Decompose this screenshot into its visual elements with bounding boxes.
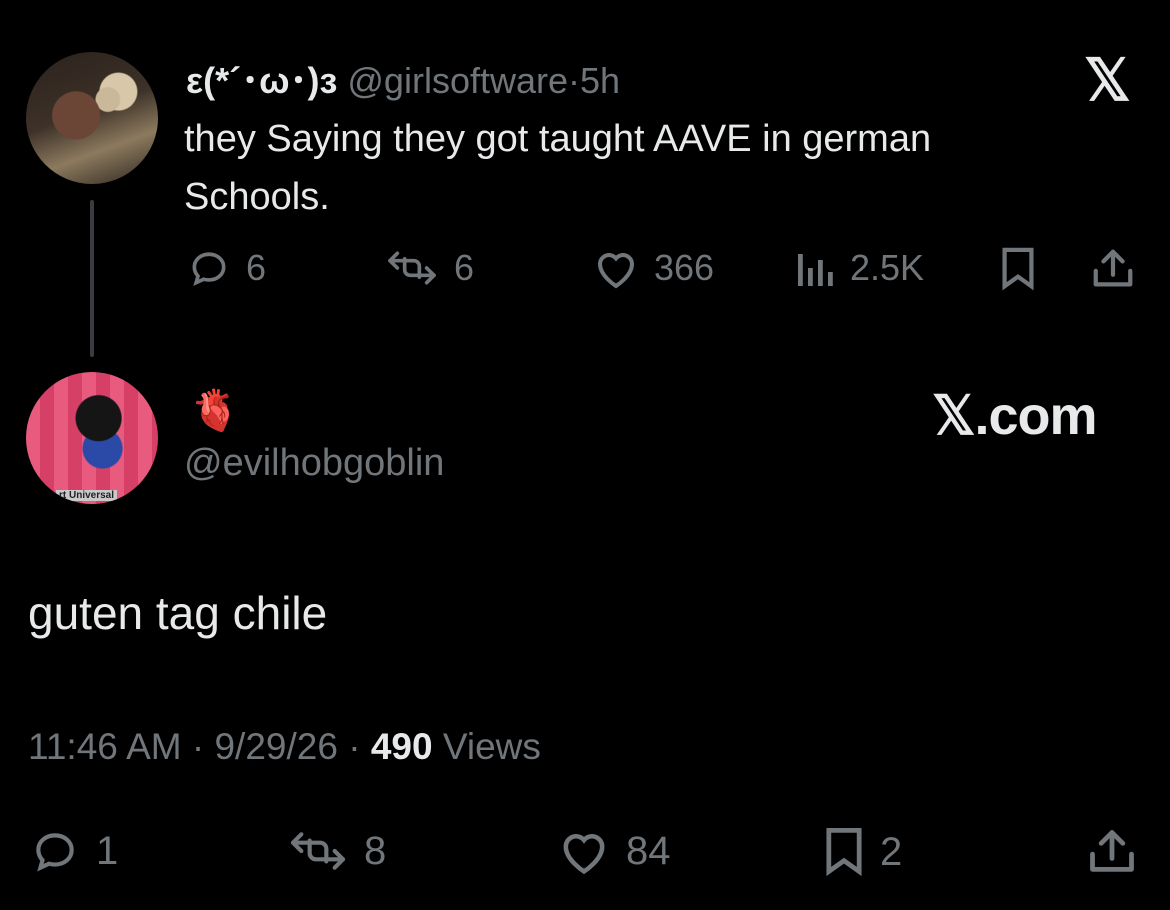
reply-text: guten tag chile (28, 587, 328, 639)
separator: · (568, 60, 580, 101)
tweet-text: they Saying they got taught AAVE in germ… (184, 118, 932, 218)
reply-button[interactable]: 1 (28, 826, 118, 876)
bookmark-button[interactable]: 2 (822, 826, 902, 878)
timestamp[interactable]: 5h (580, 60, 620, 101)
share-icon (1093, 249, 1133, 287)
repost-icon (388, 251, 436, 285)
avatar-girlsoftware[interactable] (26, 52, 158, 184)
thread-line (90, 200, 94, 357)
avatar-evilhobgoblin[interactable]: rt Universal (26, 372, 158, 504)
reply-button[interactable]: 6 (186, 246, 266, 290)
handle[interactable]: @girlsoftware (347, 60, 568, 101)
x-logo: 𝕏 (1084, 48, 1131, 113)
reply-count: 1 (96, 828, 119, 873)
views-button[interactable]: 2.5K (796, 246, 924, 290)
bookmark-icon (1002, 247, 1034, 291)
meta-separator: · (191, 726, 205, 767)
views-label: Views (442, 726, 541, 767)
tweet-metadata: 11:46 AM · 9/29/26 · 490 Views (28, 726, 541, 768)
views-icon (798, 254, 833, 286)
like-count: 84 (626, 828, 671, 873)
like-button[interactable]: 366 (592, 246, 714, 290)
views-count: 2.5K (850, 247, 925, 288)
reply-handle[interactable]: @evilhobgoblin (184, 442, 444, 485)
share-icon (1090, 830, 1134, 872)
like-icon (563, 834, 605, 875)
repost-button[interactable]: 6 (384, 246, 474, 290)
avatar-caption: rt Universal (56, 490, 118, 501)
bookmark-button[interactable] (998, 246, 1038, 292)
display-name[interactable]: ε(*´･ω･)з (186, 60, 337, 101)
post-date[interactable]: 9/29/26 (214, 726, 337, 767)
x-com-logo: 𝕏.com (932, 386, 1098, 446)
views-total: 490 (370, 726, 433, 767)
anatomical-heart-emoji: 🫀 (190, 389, 240, 433)
reply-count: 6 (246, 247, 267, 288)
repost-count: 8 (364, 828, 387, 873)
bookmark-icon (826, 827, 862, 877)
tweet-header: ε(*´･ω･)з @girlsoftware·5h (186, 52, 620, 104)
share-button[interactable] (1090, 246, 1136, 292)
repost-button[interactable]: 8 (286, 826, 386, 876)
post-time[interactable]: 11:46 AM (28, 726, 182, 767)
like-count: 366 (654, 247, 715, 288)
like-button[interactable]: 84 (556, 826, 671, 876)
meta-separator: · (348, 726, 361, 767)
repost-count: 6 (454, 247, 475, 288)
repost-icon (290, 832, 346, 870)
bookmark-count: 2 (880, 829, 903, 874)
like-icon (597, 253, 635, 289)
reply-icon (192, 252, 226, 286)
share-button[interactable] (1086, 826, 1138, 878)
reply-icon (36, 833, 74, 872)
